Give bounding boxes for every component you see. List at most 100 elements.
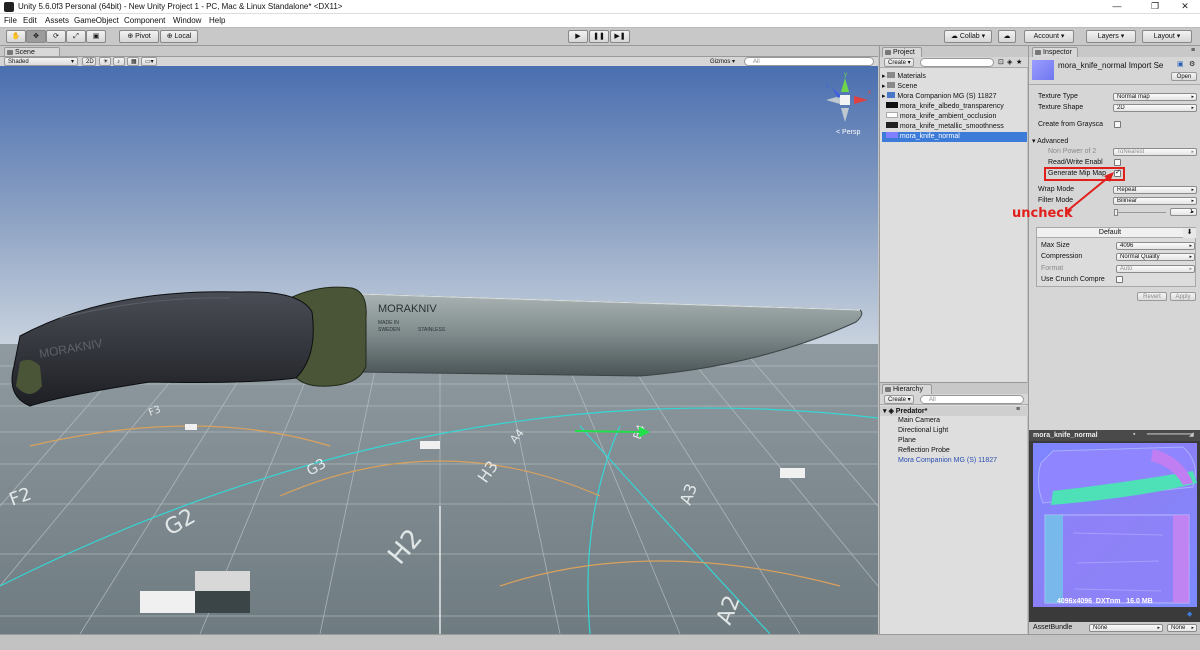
zoom-icon[interactable]: ◢ [1189,431,1194,438]
scene-menu-icon[interactable]: ≡ [1016,406,1020,413]
tab-project[interactable]: Project [882,47,922,57]
menu-edit[interactable]: Edit [23,16,37,25]
2d-toggle[interactable]: 2D [82,57,96,66]
hierarchy-item-plane[interactable]: Plane [898,437,916,444]
menu-assets[interactable]: Assets [45,16,69,25]
main-toolbar: ✋ ✥ ⟳ ⤢ ▣ ⊕ Pivot ⊕ Local ▶ ❚❚ ▶❚ ☁ Coll… [0,28,1200,46]
layout-dropdown[interactable]: Layout ▾ [1142,30,1192,43]
menu-file[interactable]: File [4,16,17,25]
minimize-button[interactable]: — [1104,0,1130,14]
scene-visibility-icon[interactable]: ▭▾ [141,57,157,66]
project-search-input[interactable] [920,58,994,67]
filter-mode-dropdown[interactable]: Bilinear [1113,197,1197,205]
close-button[interactable]: ✕ [1172,0,1198,14]
effects-icon[interactable]: ▦ [127,57,139,66]
local-toggle[interactable]: ⊕ Local [160,30,198,43]
download-platform-icon[interactable]: ⬇ [1183,228,1196,238]
account-dropdown[interactable]: Account ▾ [1024,30,1074,43]
hierarchy-item-main-camera[interactable]: Main Camera [898,417,940,424]
scale-tool-icon[interactable]: ⤢ [66,30,86,43]
filter-label-icon[interactable]: ◈ [1007,58,1012,66]
window-title: Unity 5.6.0f3 Personal (64bit) - New Uni… [18,2,343,11]
scene-search-input[interactable]: All [744,57,874,66]
favorite-icon[interactable]: ★ [1016,58,1022,66]
maximize-button[interactable]: ❐ [1142,0,1168,14]
texture-shape-label: Texture Shape [1038,104,1084,111]
texture-thumb-icon [885,122,898,128]
hierarchy-create-dropdown[interactable]: Create ▾ [884,395,914,404]
tab-inspector[interactable]: Inspector [1032,47,1078,57]
rect-tool-icon[interactable]: ▣ [86,30,106,43]
wrap-mode-dropdown[interactable]: Repeat [1113,186,1197,194]
max-size-dropdown[interactable]: 4096 [1116,242,1195,250]
format-dropdown[interactable]: Auto [1116,265,1195,273]
hand-tool-icon[interactable]: ✋ [6,30,26,43]
move-tool-icon[interactable]: ✥ [26,30,46,43]
read-write-checkbox[interactable] [1114,159,1121,166]
mip-slider[interactable]: ━━━━━━━━━━━━━ [1147,431,1194,438]
normal-map-preview [1033,443,1197,607]
menu-component[interactable]: Component [124,16,165,25]
menu-gameobject[interactable]: GameObject [74,16,119,25]
project-create-dropdown[interactable]: Create ▾ [884,58,914,67]
menu-bar: File Edit Assets GameObject Component Wi… [0,14,1200,28]
settings-gear-icon[interactable]: ⚙ [1189,60,1195,68]
max-size-label: Max Size [1041,242,1070,249]
shading-mode-dropdown[interactable]: Shaded ▾ [4,57,78,66]
play-button[interactable]: ▶ [568,30,588,43]
preview-expand-icon[interactable]: ◆ [1187,610,1192,618]
project-item-normal-selected[interactable]: mora_knife_normal [882,132,1027,142]
project-item-scene[interactable]: ▸ Scene [882,82,1027,92]
crunch-compression-checkbox[interactable] [1116,276,1123,283]
audio-icon[interactable]: ♪ [113,57,125,66]
apply-button[interactable]: Apply [1170,292,1196,301]
hierarchy-search-input[interactable]: All [920,395,1024,404]
create-from-grayscale-label: Create from Graysca [1038,121,1103,128]
pivot-toggle[interactable]: ⊕ Pivot [119,30,159,43]
revert-button[interactable]: Revert [1137,292,1167,301]
menu-window[interactable]: Window [173,16,201,25]
hierarchy-item-directional-light[interactable]: Directional Light [898,427,948,434]
aniso-level-field[interactable]: 1 [1170,208,1197,216]
help-icon[interactable]: ▣ [1177,60,1184,68]
texture-thumb-icon [885,102,898,108]
filter-type-icon[interactable]: ⊡ [998,58,1004,66]
hierarchy-scene-root[interactable]: ▾ ◈ Predator* ≡ [880,406,1028,416]
hierarchy-item-knife-model[interactable]: Mora Companion MG (S) 11827 [898,457,997,464]
format-label: Format [1041,265,1064,272]
collab-button[interactable]: ☁ Collab ▾ [944,30,992,43]
scene-view[interactable]: F2 G2 H2 A2 G3 H3 A3 A4 B4 F3 MORAKNIV M… [0,66,878,634]
step-button[interactable]: ▶❚ [610,30,630,43]
preview-channel-icon[interactable]: ▪ [1133,431,1135,438]
panel-menu-icon[interactable]: ≡ [1191,47,1195,54]
lighting-icon[interactable]: ☀ [99,57,111,66]
hierarchy-item-reflection-probe[interactable]: Reflection Probe [898,447,950,454]
advanced-foldout[interactable]: ▾ Advanced [1032,137,1068,145]
layers-dropdown[interactable]: Layers ▾ [1086,30,1136,43]
texture-shape-dropdown[interactable]: 2D [1113,104,1197,112]
pause-button[interactable]: ❚❚ [589,30,609,43]
texture-type-dropdown[interactable]: Normal map [1113,93,1197,101]
aniso-slider-track[interactable] [1114,212,1166,213]
assetbundle-variant-dropdown[interactable]: None [1167,624,1197,632]
scene-panel-header: Scene Shaded ▾ 2D ☀ ♪ ▦ ▭▾ Gizmos ▾ All [0,46,878,66]
project-item-ao[interactable]: mora_knife_ambient_occlusion [882,112,1027,122]
gizmos-dropdown[interactable]: Gizmos ▾ [710,58,735,65]
preview-panel: mora_knife_normal ▪ ━━━━━━━━━━━━━ ◢ 4096… [1028,430,1200,634]
compression-dropdown[interactable]: Normal Quality [1116,253,1195,261]
create-from-grayscale-checkbox[interactable] [1114,121,1121,128]
assetbundle-dropdown[interactable]: None [1089,624,1163,632]
rotate-tool-icon[interactable]: ⟳ [46,30,66,43]
project-item-materials[interactable]: ▸ Materials [882,72,1027,82]
knife-brand-text: MORAKNIV [378,303,437,315]
non-power-of-2-dropdown[interactable]: ToNearest [1113,148,1197,156]
tab-default-platform[interactable]: Default [1037,228,1183,238]
status-bar [0,634,1200,650]
tab-hierarchy[interactable]: Hierarchy [882,384,932,394]
project-item-metallic[interactable]: mora_knife_metallic_smoothness [882,122,1027,132]
open-button[interactable]: Open [1171,72,1197,81]
menu-help[interactable]: Help [209,16,225,25]
cloud-icon[interactable]: ☁ [998,30,1016,43]
project-item-model[interactable]: ▸ Mora Companion MG (S) 11827 [882,92,1027,102]
project-item-albedo[interactable]: mora_knife_albedo_transparency [882,102,1027,112]
